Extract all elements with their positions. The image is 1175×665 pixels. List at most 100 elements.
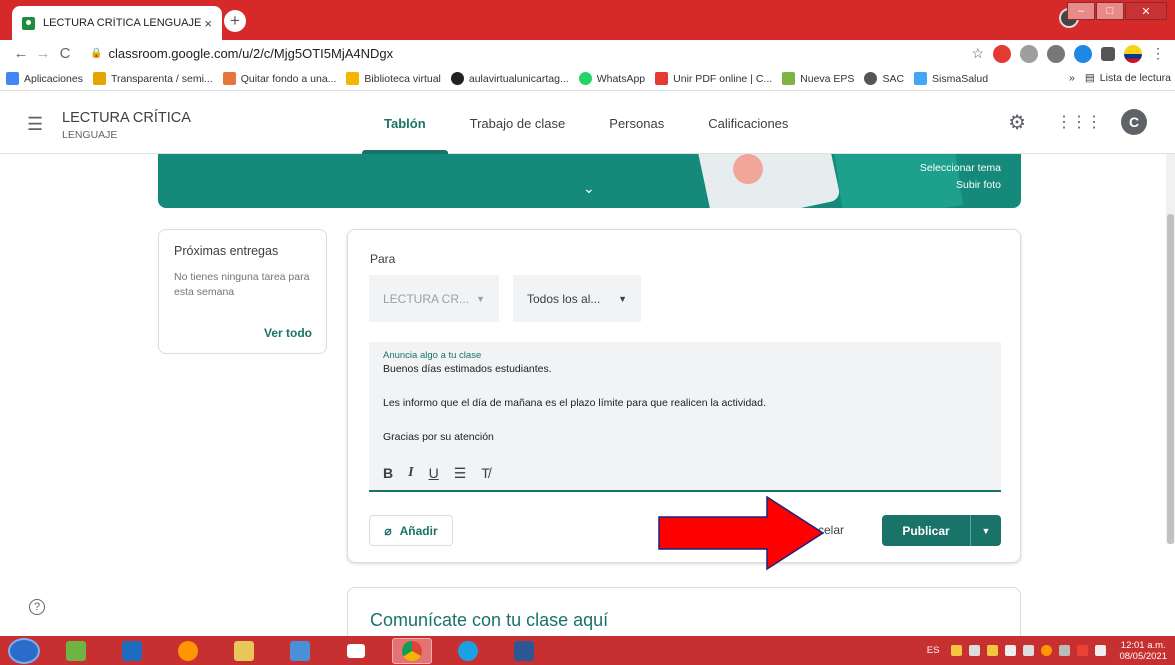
class-select[interactable]: LECTURA CR... ▼ xyxy=(369,275,499,322)
bookmark-item[interactable]: WhatsApp xyxy=(578,72,645,85)
page-scrollbar[interactable] xyxy=(1166,154,1175,544)
reading-list-button[interactable]: Lista de lectura xyxy=(1100,72,1171,84)
avatar[interactable]: C xyxy=(1121,109,1147,135)
menu-dots-icon[interactable]: ⋮ xyxy=(1151,45,1165,63)
window-controls: – □ ✕ xyxy=(1066,2,1167,20)
chevron-down-icon[interactable]: ⌄ xyxy=(583,180,595,197)
taskbar-item[interactable] xyxy=(280,638,320,664)
upload-photo-link[interactable]: Subir foto xyxy=(956,179,1001,191)
hamburger-menu-icon[interactable]: ☰ xyxy=(27,114,43,135)
bulleted-list-icon[interactable]: ☰ xyxy=(454,465,467,482)
tab-classwork[interactable]: Trabajo de clase xyxy=(448,92,588,154)
bold-icon[interactable]: B xyxy=(383,465,393,482)
tray-icon[interactable] xyxy=(951,645,963,656)
shield-icon[interactable] xyxy=(1074,44,1092,63)
bookmark-item[interactable]: Aplicaciones xyxy=(6,72,83,85)
taskbar-item[interactable] xyxy=(56,638,96,664)
bookmark-item[interactable]: SAC xyxy=(864,72,904,85)
reading-list-icon: ▤ xyxy=(1084,72,1095,84)
upcoming-empty-text: No tienes ninguna tarea para esta semana xyxy=(174,271,310,298)
help-icon[interactable]: ? xyxy=(29,599,45,615)
puzzle-icon[interactable] xyxy=(1101,46,1115,61)
taskbar-item[interactable] xyxy=(112,638,152,664)
bookmark-item[interactable]: Quitar fondo a una... xyxy=(222,72,336,85)
upcoming-title: Próximas entregas xyxy=(174,244,279,258)
tray-icon[interactable] xyxy=(1041,645,1053,656)
system-tray: ES 12:01 a.m. 08/05/2021 xyxy=(927,636,1167,665)
select-theme-link[interactable]: Seleccionar tema xyxy=(920,162,1001,174)
adblock-icon[interactable] xyxy=(993,44,1011,63)
forward-icon[interactable]: → xyxy=(32,45,54,62)
tray-icon[interactable] xyxy=(987,645,999,656)
chrome-icon xyxy=(402,640,422,661)
for-label: Para xyxy=(370,252,396,266)
tab-close-icon[interactable]: × xyxy=(204,16,212,31)
banner-illustration xyxy=(733,154,763,184)
dropdown-arrow-icon: ▼ xyxy=(476,293,485,304)
browser-tab[interactable]: LECTURA CRÍTICA LENGUAJE × xyxy=(12,6,222,40)
taskbar-item[interactable] xyxy=(504,638,544,664)
flag-icon[interactable] xyxy=(1095,645,1107,656)
editor-blank-line xyxy=(383,378,987,395)
tray-icon[interactable] xyxy=(1005,645,1017,656)
publish-button[interactable]: Publicar xyxy=(882,515,970,546)
clock-date: 08/05/2021 xyxy=(1119,650,1167,662)
bookmark-item[interactable]: SismaSalud xyxy=(914,72,988,85)
media-player-icon xyxy=(122,640,142,661)
bookmark-item[interactable]: Nueva EPS xyxy=(782,72,854,85)
maximize-button[interactable]: □ xyxy=(1096,2,1124,20)
tab-people[interactable]: Personas xyxy=(587,92,686,154)
students-select[interactable]: Todos los al... ▼ xyxy=(513,275,641,322)
announcement-textarea[interactable]: Anuncia algo a tu clase Buenos días esti… xyxy=(369,342,1001,492)
tray-icon[interactable] xyxy=(1059,645,1071,656)
italic-icon[interactable]: I xyxy=(408,465,413,482)
language-indicator[interactable]: ES xyxy=(927,645,940,656)
course-title[interactable]: LECTURA CRÍTICA xyxy=(62,110,191,126)
scrollbar-thumb[interactable] xyxy=(1167,214,1174,544)
clear-formatting-icon[interactable]: T̸ xyxy=(481,465,490,482)
colombia-flag-icon[interactable] xyxy=(1124,44,1142,63)
course-tabs: Tablón Trabajo de clase Personas Calific… xyxy=(362,92,810,154)
gmail-icon[interactable] xyxy=(1077,645,1089,656)
apps-grid-icon[interactable]: ⋮⋮⋮ xyxy=(1056,112,1102,132)
taskbar-item[interactable] xyxy=(336,638,376,664)
classroom-header: ☰ LECTURA CRÍTICA LENGUAJE Tablón Trabaj… xyxy=(0,92,1175,154)
browser-tab-strip: LECTURA CRÍTICA LENGUAJE × + – □ ✕ xyxy=(0,0,1175,40)
network-icon[interactable] xyxy=(1023,645,1035,656)
geogebra-icon xyxy=(347,643,365,658)
start-button[interactable] xyxy=(8,637,40,664)
bookmark-item[interactable]: aulavirtualunicartag... xyxy=(450,72,569,85)
editor-line: Les informo que el día de mañana es el p… xyxy=(383,397,766,409)
bookmark-item[interactable]: Biblioteca virtual xyxy=(346,72,441,85)
windows-taskbar: ES 12:01 a.m. 08/05/2021 xyxy=(0,636,1175,665)
close-window-button[interactable]: ✕ xyxy=(1125,2,1167,20)
clock[interactable]: 12:01 a.m. 08/05/2021 xyxy=(1119,640,1167,662)
star-icon[interactable]: ☆ xyxy=(971,45,984,63)
volume-icon[interactable] xyxy=(969,645,981,656)
gear-icon[interactable]: ⚙ xyxy=(1008,110,1026,135)
extension-icon[interactable] xyxy=(1020,44,1038,63)
add-attachment-button[interactable]: ⌀ Añadir xyxy=(369,515,453,546)
vpn-icon[interactable] xyxy=(1047,44,1065,63)
publish-options-dropdown[interactable]: ▼ xyxy=(970,515,1001,546)
bookmark-item[interactable]: Unir PDF online | C... xyxy=(655,72,772,85)
bookmarks-overflow-button[interactable]: » xyxy=(1069,72,1075,84)
bookmark-item[interactable]: Transparenta / semi... xyxy=(92,72,213,85)
formatting-toolbar: B I U ☰ T̸ xyxy=(383,465,505,482)
taskbar-item[interactable] xyxy=(392,637,432,664)
minimize-button[interactable]: – xyxy=(1067,2,1095,20)
tab-stream[interactable]: Tablón xyxy=(362,92,448,154)
bookmark-favicon-icon xyxy=(222,72,236,85)
tab-grades[interactable]: Calificaciones xyxy=(686,92,810,154)
dropdown-arrow-icon: ▼ xyxy=(618,293,627,304)
taskbar-item[interactable] xyxy=(168,638,208,664)
back-icon[interactable]: ← xyxy=(10,45,32,62)
address-bar[interactable]: 🔒 classroom.google.com/u/2/c/Mjg5OTI5MjA… xyxy=(76,42,962,66)
taskbar-item[interactable] xyxy=(224,638,264,664)
new-tab-button[interactable]: + xyxy=(224,10,246,32)
reload-icon[interactable]: C xyxy=(54,45,76,62)
course-subtitle: LENGUAJE xyxy=(62,129,118,141)
taskbar-item[interactable] xyxy=(448,638,488,664)
view-all-link[interactable]: Ver todo xyxy=(264,326,312,340)
underline-icon[interactable]: U xyxy=(429,465,439,482)
